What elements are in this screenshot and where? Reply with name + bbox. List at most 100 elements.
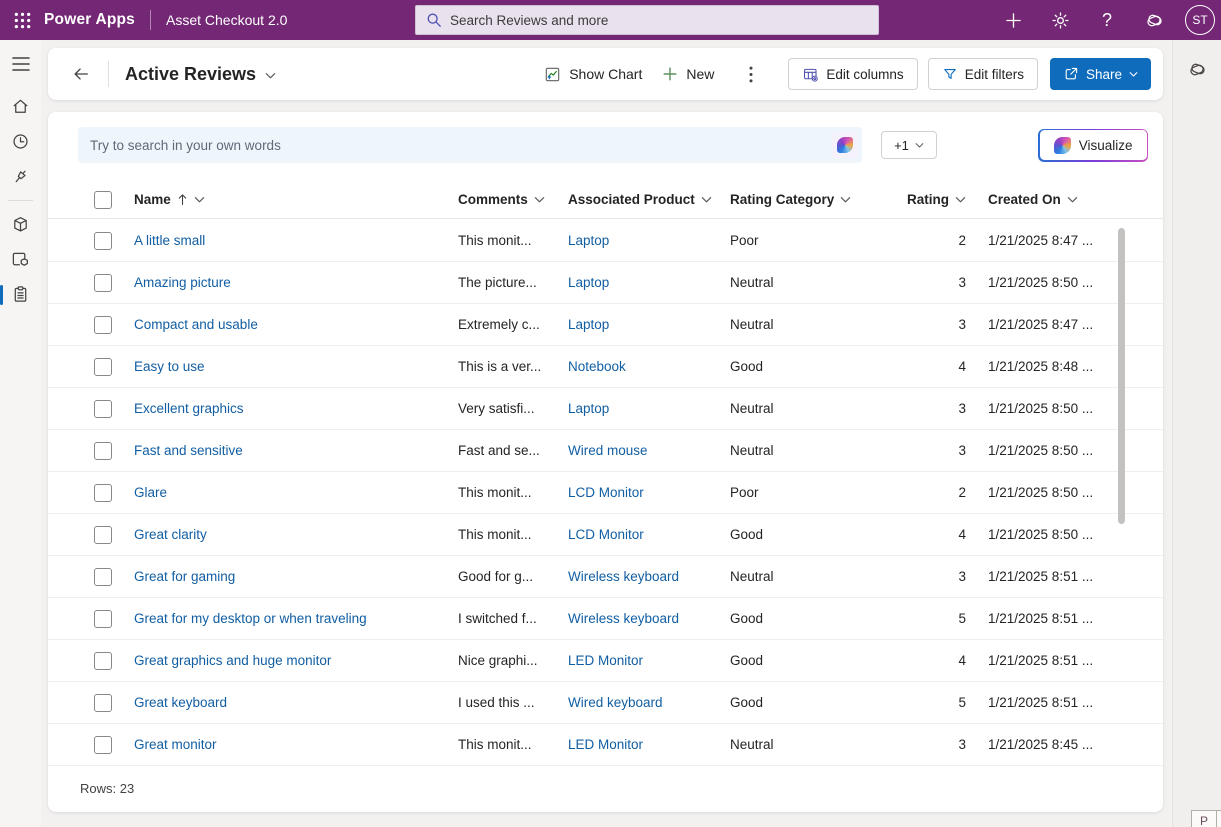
created-on-cell: 1/21/2025 8:51 ...	[966, 695, 1128, 710]
column-header-comments[interactable]: Comments	[458, 192, 568, 207]
sidebar-item-assets[interactable]	[0, 207, 41, 242]
associated-product-link[interactable]: Wired mouse	[568, 443, 648, 458]
table-row[interactable]: Excellent graphics Very satisfi... Lapto…	[48, 388, 1163, 430]
sidebar-item-recent[interactable]	[0, 124, 41, 159]
column-header-name[interactable]: Name	[134, 192, 458, 207]
review-name-link[interactable]: Amazing picture	[134, 275, 231, 290]
review-name-link[interactable]: Excellent graphics	[134, 401, 244, 416]
copilot-panel-icon[interactable]	[1181, 53, 1213, 85]
table-row[interactable]: Great keyboard I used this ... Wired key…	[48, 682, 1163, 724]
filter-count-dropdown[interactable]: +1	[881, 131, 937, 159]
copilot-logo-icon[interactable]	[832, 132, 858, 158]
vertical-scrollbar[interactable]	[1118, 228, 1125, 524]
row-checkbox[interactable]	[94, 400, 112, 418]
row-checkbox[interactable]	[94, 610, 112, 628]
comments-cell: This is a ver...	[458, 359, 568, 374]
table-row[interactable]: Great for my desktop or when traveling I…	[48, 598, 1163, 640]
global-search[interactable]	[415, 5, 879, 35]
account-avatar[interactable]: ST	[1185, 5, 1215, 35]
table-row[interactable]: Easy to use This is a ver... Notebook Go…	[48, 346, 1163, 388]
table-row[interactable]: Compact and usable Extremely c... Laptop…	[48, 304, 1163, 346]
app-name[interactable]: Asset Checkout 2.0	[166, 12, 287, 28]
app-launcher-button[interactable]	[0, 0, 44, 40]
review-name-link[interactable]: Great clarity	[134, 527, 207, 542]
table-row[interactable]: Amazing picture The picture... Laptop Ne…	[48, 262, 1163, 304]
select-all-checkbox[interactable]	[94, 191, 112, 209]
table-row[interactable]: Glare This monit... LCD Monitor Poor 2 1…	[48, 472, 1163, 514]
review-name-link[interactable]: Great for gaming	[134, 569, 235, 584]
edit-filters-button[interactable]: Edit filters	[928, 58, 1038, 90]
sidebar-item-pinned[interactable]	[0, 159, 41, 194]
edit-columns-button[interactable]: Edit columns	[788, 58, 917, 90]
column-header-associated-product[interactable]: Associated Product	[568, 192, 730, 207]
help-icon[interactable]: ?	[1091, 4, 1123, 36]
row-checkbox[interactable]	[94, 232, 112, 250]
rating-category-cell: Neutral	[730, 569, 858, 584]
row-checkbox[interactable]	[94, 652, 112, 670]
share-button[interactable]: Share	[1050, 58, 1151, 90]
associated-product-link[interactable]: Wired keyboard	[568, 695, 663, 710]
review-name-link[interactable]: Great for my desktop or when traveling	[134, 611, 367, 626]
review-name-link[interactable]: Great monitor	[134, 737, 217, 752]
row-checkbox[interactable]	[94, 526, 112, 544]
review-name-link[interactable]: Easy to use	[134, 359, 205, 374]
table-row[interactable]: Great graphics and huge monitor Nice gra…	[48, 640, 1163, 682]
associated-product-link[interactable]: LCD Monitor	[568, 527, 644, 542]
associated-product-link[interactable]: Laptop	[568, 233, 609, 248]
row-checkbox[interactable]	[94, 568, 112, 586]
created-on-cell: 1/21/2025 8:45 ...	[966, 737, 1128, 752]
show-chart-button[interactable]: Show Chart	[534, 60, 652, 89]
brand-title[interactable]: Power Apps	[44, 11, 135, 29]
table-row[interactable]: A little small This monit... Laptop Poor…	[48, 220, 1163, 262]
table-row[interactable]: Great monitor This monit... LED Monitor …	[48, 724, 1163, 766]
global-search-input[interactable]	[450, 13, 868, 28]
sidebar-item-reviews[interactable]	[0, 277, 41, 312]
sidebar-item-home[interactable]	[0, 89, 41, 124]
column-header-created-on[interactable]: Created On	[966, 192, 1128, 207]
associated-product-link[interactable]: Laptop	[568, 401, 609, 416]
view-selector[interactable]: Active Reviews	[125, 64, 276, 85]
associated-product-link[interactable]: LED Monitor	[568, 737, 643, 752]
review-name-link[interactable]: Great keyboard	[134, 695, 227, 710]
row-checkbox[interactable]	[94, 736, 112, 754]
rating-cell: 3	[858, 737, 966, 752]
table-row[interactable]: Great clarity This monit... LCD Monitor …	[48, 514, 1163, 556]
more-commands-button[interactable]	[736, 59, 766, 89]
rating-category-cell: Neutral	[730, 275, 858, 290]
back-button[interactable]	[66, 59, 96, 89]
table-row[interactable]: Fast and sensitive Fast and se... Wired …	[48, 430, 1163, 472]
review-name-link[interactable]: Fast and sensitive	[134, 443, 243, 458]
associated-product-link[interactable]: Laptop	[568, 275, 609, 290]
row-checkbox[interactable]	[94, 484, 112, 502]
associated-product-link[interactable]: LCD Monitor	[568, 485, 644, 500]
sidebar-item-products[interactable]	[0, 242, 41, 277]
table-row[interactable]: Great for gaming Good for g... Wireless …	[48, 556, 1163, 598]
add-button[interactable]	[997, 4, 1029, 36]
command-bar-divider	[108, 61, 109, 87]
associated-product-link[interactable]: Wireless keyboard	[568, 569, 679, 584]
nav-menu-button[interactable]	[0, 45, 41, 83]
row-checkbox[interactable]	[94, 694, 112, 712]
row-checkbox[interactable]	[94, 358, 112, 376]
copilot-icon[interactable]	[1138, 4, 1170, 36]
associated-product-link[interactable]: Wireless keyboard	[568, 611, 679, 626]
review-name-link[interactable]: Glare	[134, 485, 167, 500]
natural-language-search-input[interactable]	[78, 127, 862, 163]
new-button[interactable]: New	[652, 60, 724, 88]
row-checkbox[interactable]	[94, 316, 112, 334]
associated-product-link[interactable]: Laptop	[568, 317, 609, 332]
visualize-button[interactable]: Visualize	[1040, 130, 1147, 160]
settings-gear-icon[interactable]	[1044, 4, 1076, 36]
created-on-cell: 1/21/2025 8:50 ...	[966, 527, 1128, 542]
column-header-rating-category[interactable]: Rating Category	[730, 192, 858, 207]
row-checkbox[interactable]	[94, 274, 112, 292]
natural-language-search[interactable]	[78, 127, 862, 163]
left-nav-rail	[0, 40, 41, 827]
row-checkbox[interactable]	[94, 442, 112, 460]
associated-product-link[interactable]: LED Monitor	[568, 653, 643, 668]
review-name-link[interactable]: Great graphics and huge monitor	[134, 653, 331, 668]
column-header-rating[interactable]: Rating	[858, 192, 966, 207]
review-name-link[interactable]: Compact and usable	[134, 317, 258, 332]
review-name-link[interactable]: A little small	[134, 233, 205, 248]
associated-product-link[interactable]: Notebook	[568, 359, 626, 374]
